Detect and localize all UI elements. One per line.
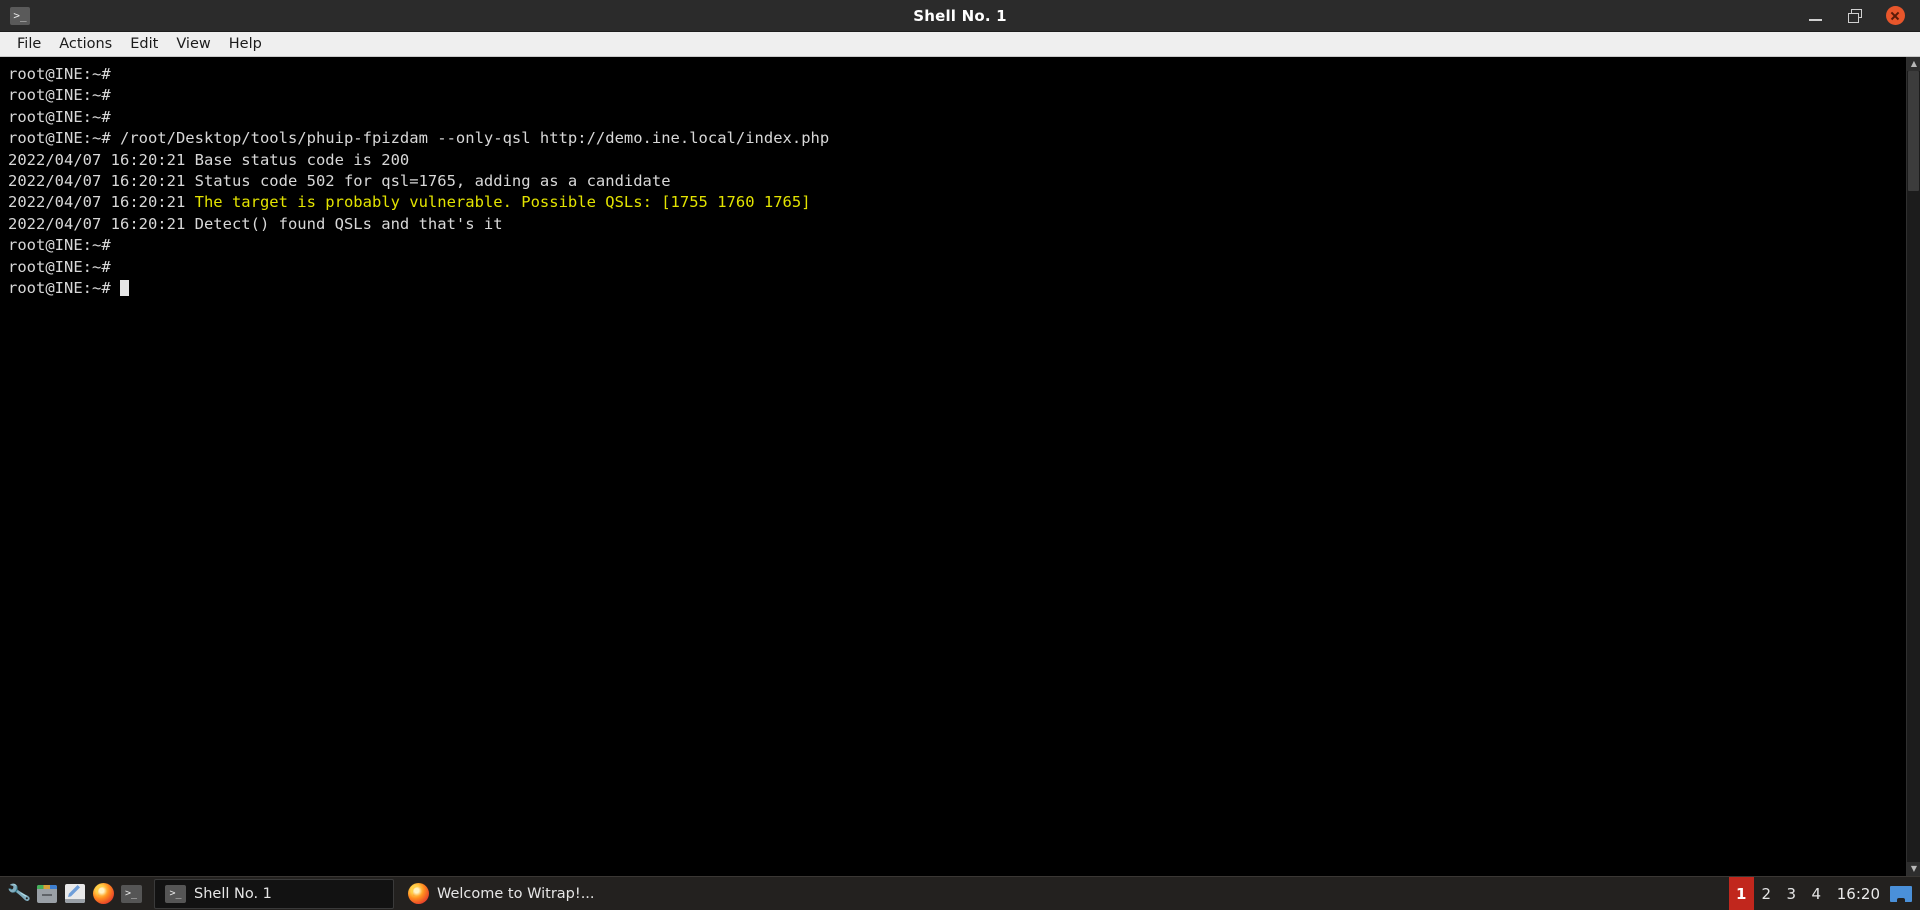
taskbar-window-list: >_ Shell No. 1 Welcome to Witrap!... [154, 878, 1729, 909]
terminal-line-text: root@INE:~# /root/Desktop/tools/phuip-fp… [8, 129, 830, 148]
scrollbar-thumb[interactable] [1908, 71, 1919, 191]
terminal-line-text: root@INE:~# [8, 236, 111, 255]
taskbar-tray: 1 2 3 4 16:20 [1728, 876, 1918, 910]
terminal-line-text: root@INE:~# [8, 86, 111, 105]
terminal-line-text: root@INE:~# [8, 278, 120, 297]
text-editor-icon [65, 884, 85, 903]
menu-item-file[interactable]: File [8, 35, 50, 53]
terminal-line-text: root@INE:~# [8, 65, 111, 83]
terminal-line: root@INE:~# [8, 235, 1906, 256]
firefox-icon [92, 883, 114, 904]
terminal-line: root@INE:~# [8, 64, 1906, 85]
terminal-line: root@INE:~# [8, 85, 1906, 106]
menu-item-edit[interactable]: Edit [121, 35, 167, 53]
window-titlebar[interactable]: >_ Shell No. 1 [0, 0, 1920, 32]
menu-item-help[interactable]: Help [220, 35, 271, 53]
terminal-scrollbar[interactable]: ▲ ▼ [1906, 57, 1920, 876]
task-button-shell[interactable]: >_ Shell No. 1 [154, 878, 394, 909]
workspace-4[interactable]: 4 [1804, 877, 1829, 910]
terminal-line-text: 2022/04/07 16:20:21 Base status code is … [8, 150, 410, 169]
terminal-line: 2022/04/07 16:20:21 The target is probab… [8, 192, 1906, 213]
taskbar-clock[interactable]: 16:20 [1829, 885, 1890, 903]
launcher-text-editor-button[interactable] [62, 881, 88, 907]
maximize-icon [1848, 8, 1862, 23]
menu-bar: File Actions Edit View Help [0, 32, 1920, 57]
window-controls [1804, 5, 1920, 27]
terminal-line: root@INE:~# [8, 278, 1906, 299]
minimize-icon [1808, 18, 1822, 21]
terminal-icon: >_ [165, 884, 186, 903]
terminal-line: 2022/04/07 16:20:21 Status code 502 for … [8, 171, 1906, 192]
terminal-line-text: 2022/04/07 16:20:21 Status code 502 for … [8, 171, 671, 190]
launcher-firefox-button[interactable] [90, 881, 116, 907]
terminal-icon: >_ [120, 884, 142, 903]
terminal-line-timestamp: 2022/04/07 16:20:21 [8, 193, 195, 212]
terminal-output[interactable]: root@INE:~# root@INE:~# root@INE:~# root@IN… [0, 57, 1906, 876]
workspace-3[interactable]: 3 [1779, 877, 1804, 910]
terminal-line-text: root@INE:~# [8, 257, 111, 276]
close-button[interactable] [1884, 5, 1906, 27]
workspace-switcher: 1 2 3 4 [1728, 876, 1829, 910]
firefox-icon [408, 883, 429, 904]
launcher-tools-button[interactable]: 🔧 [6, 881, 32, 907]
launcher-terminal-button[interactable]: >_ [118, 881, 144, 907]
task-button-shell-label: Shell No. 1 [194, 885, 272, 902]
menu-item-view[interactable]: View [167, 35, 219, 53]
taskbar: 🔧 >_ >_ Shell No. 1 Welcome to Witrap!..… [0, 876, 1920, 910]
terminal-line: root@INE:~# /root/Desktop/tools/phuip-fp… [8, 128, 1906, 149]
terminal-area: root@INE:~# root@INE:~# root@INE:~# root@IN… [0, 57, 1920, 876]
terminal-app-icon: >_ [10, 6, 30, 25]
scroll-up-icon[interactable]: ▲ [1907, 57, 1920, 71]
task-button-firefox-label: Welcome to Witrap!... [437, 885, 595, 902]
file-manager-icon [37, 884, 57, 903]
workspace-1[interactable]: 1 [1728, 876, 1754, 910]
terminal-line: root@INE:~# [8, 257, 1906, 278]
terminal-line: root@INE:~# [8, 107, 1906, 128]
task-button-firefox[interactable]: Welcome to Witrap!... [398, 879, 648, 909]
wrench-icon: 🔧 [6, 881, 32, 906]
desktop-root: >_ Shell No. 1 File Actions Edit View He… [0, 0, 1920, 910]
terminal-line: 2022/04/07 16:20:21 Base status code is … [8, 150, 1906, 171]
launcher-file-manager-button[interactable] [34, 881, 60, 907]
terminal-line-text: 2022/04/07 16:20:21 Detect() found QSLs … [8, 214, 503, 233]
workspace-2[interactable]: 2 [1754, 877, 1779, 910]
minimize-button[interactable] [1804, 5, 1826, 27]
taskbar-launchers: 🔧 >_ [2, 881, 148, 907]
terminal-line-text: root@INE:~# [8, 107, 111, 126]
window-title: Shell No. 1 [913, 6, 1007, 25]
close-icon [1885, 6, 1905, 25]
terminal-line: 2022/04/07 16:20:21 Detect() found QSLs … [8, 214, 1906, 235]
show-desktop-icon[interactable] [1890, 885, 1912, 902]
terminal-cursor [119, 279, 129, 296]
maximize-button[interactable] [1844, 5, 1866, 27]
menu-item-actions[interactable]: Actions [50, 35, 121, 53]
scroll-down-icon[interactable]: ▼ [1907, 862, 1920, 876]
terminal-line-text: The target is probably vulnerable. Possi… [194, 193, 811, 212]
